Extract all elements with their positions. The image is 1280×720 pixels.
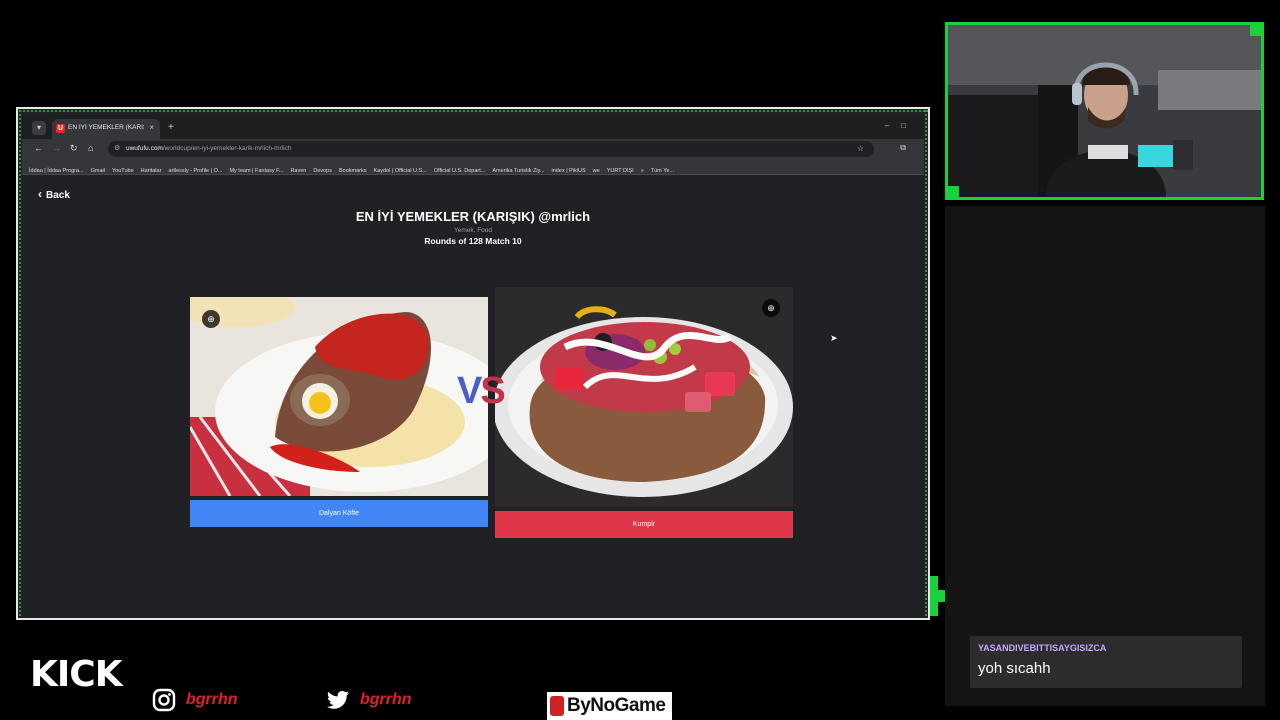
chat-message-text: yoh sıcahh bbox=[978, 660, 1051, 677]
vs-label: VS bbox=[457, 370, 506, 412]
browser-capture: ▾ U EN İYİ YEMEKLER (KARIŞIK) @... × + –… bbox=[16, 107, 930, 620]
bookmark-star-icon[interactable]: ☆ bbox=[857, 144, 864, 153]
bookmark-item[interactable]: YouTube bbox=[112, 163, 134, 174]
tab-close-icon[interactable]: × bbox=[149, 123, 154, 132]
choice-card-right[interactable]: ⊕ Kumpir bbox=[495, 287, 793, 538]
home-icon[interactable]: ⌂ bbox=[88, 143, 93, 153]
sponsor-logo: ByNoGame bbox=[547, 692, 672, 720]
extensions-icon[interactable]: ⧉ bbox=[900, 143, 906, 153]
back-button[interactable]: ‹ Back bbox=[38, 187, 70, 201]
bookmark-item[interactable]: Amerika Turistik Ziy... bbox=[492, 163, 544, 174]
forward-arrow-icon[interactable]: → bbox=[52, 143, 61, 153]
bookmark-item[interactable]: Official U.S. Depart... bbox=[434, 163, 486, 174]
stream-overlay: ▾ U EN İYİ YEMEKLER (KARIŞIK) @... × + –… bbox=[0, 0, 1280, 720]
favicon-icon: U bbox=[56, 124, 65, 133]
sponsor-mark-icon bbox=[550, 696, 564, 716]
page-tags: Yemek, Food bbox=[453, 227, 493, 234]
instagram-icon bbox=[152, 688, 176, 712]
choice-image-right[interactable]: ⊕ bbox=[495, 287, 793, 507]
bookmark-item[interactable]: Gmail bbox=[91, 163, 105, 174]
webcam-feed bbox=[945, 22, 1264, 200]
page-title: EN İYİ YEMEKLER (KARIŞIK) @mrlich bbox=[355, 209, 591, 224]
chevron-left-icon: ‹ bbox=[38, 187, 42, 201]
twitter-handle: bgrrhn bbox=[326, 688, 412, 712]
chat-username: YASANDIVEBITTISAYGISIZCA bbox=[978, 643, 1107, 653]
choice-image-left[interactable]: ⊕ bbox=[190, 297, 488, 496]
reload-icon[interactable]: ↻ bbox=[70, 143, 78, 154]
tab-strip: ▾ U EN İYİ YEMEKLER (KARIŞIK) @... × + –… bbox=[22, 115, 924, 139]
bookmark-item[interactable]: Haritalar bbox=[141, 163, 162, 174]
url-text: uwufufu.com/worldcup/en-iyi-yemekler-kar… bbox=[126, 145, 292, 152]
mouse-cursor-icon: ➤ bbox=[830, 333, 838, 343]
choice-button-right[interactable]: Kumpir bbox=[495, 511, 793, 538]
toolbar: ← → ↻ ⌂ ⚙ uwufufu.com/worldcup/en-iyi-ye… bbox=[22, 139, 924, 159]
worldcup-page: ‹ Back EN İYİ YEMEKLER (KARIŞIK) @mrlich … bbox=[22, 175, 924, 618]
bookmark-item[interactable]: Raven bbox=[290, 163, 306, 174]
dotted-border-right bbox=[924, 109, 928, 618]
zoom-in-icon[interactable]: ⊕ bbox=[762, 299, 780, 317]
zoom-in-icon[interactable]: ⊕ bbox=[202, 310, 220, 328]
window-controls[interactable]: –□ bbox=[885, 121, 918, 130]
dotted-border-top bbox=[18, 109, 928, 113]
bookmark-item[interactable]: Bookmarks bbox=[339, 163, 367, 174]
bookmark-item[interactable]: YURT DIŞI bbox=[607, 163, 634, 174]
bookmark-item[interactable]: My team | Fantasy F... bbox=[229, 163, 283, 174]
chat-panel: YASANDIVEBITTISAYGISIZCA yoh sıcahh bbox=[945, 206, 1265, 706]
bookmark-item[interactable]: Kaydol | Official U.S... bbox=[374, 163, 427, 174]
kumpir-image bbox=[495, 287, 793, 507]
bookmarks-bar: İddaa | İddaa Progra... Gmail YouTube Harit… bbox=[22, 159, 924, 175]
round-info: Rounds of 128 Match 10 bbox=[424, 236, 522, 246]
chat-message: YASANDIVEBITTISAYGISIZCA yoh sıcahh bbox=[970, 636, 1242, 688]
kick-logo: KICK bbox=[30, 654, 123, 695]
frame-corner bbox=[1250, 25, 1261, 36]
instagram-handle: bgrrhn bbox=[152, 688, 238, 712]
choice-button-left[interactable]: Dalyan Köfte bbox=[190, 500, 488, 527]
choice-card-left[interactable]: ⊕ Dalyan Köfte bbox=[190, 297, 488, 527]
bookmark-item[interactable]: Tüm Ye... bbox=[651, 163, 674, 174]
tab-search-icon[interactable]: ▾ bbox=[32, 121, 46, 135]
bookmark-item[interactable]: artlessly - Profile | O... bbox=[168, 163, 222, 174]
bookmark-item[interactable]: we bbox=[593, 163, 600, 174]
twitter-bird-icon bbox=[327, 691, 349, 709]
site-info-icon[interactable]: ⚙ bbox=[114, 144, 120, 152]
page-header: EN İYİ YEMEKLER (KARIŞIK) @mrlich Yemek,… bbox=[22, 209, 924, 246]
bookmark-item[interactable]: Devops bbox=[313, 163, 332, 174]
frame-corner bbox=[948, 186, 959, 197]
new-tab-button[interactable]: + bbox=[168, 122, 174, 133]
tab-title: EN İYİ YEMEKLER (KARIŞIK) @... bbox=[68, 124, 144, 131]
address-bar[interactable]: ⚙ uwufufu.com/worldcup/en-iyi-yemekler-k… bbox=[108, 141, 874, 157]
back-arrow-icon[interactable]: ← bbox=[34, 143, 43, 153]
meatloaf-image bbox=[190, 297, 488, 496]
bookmark-item[interactable]: index | PikiUS bbox=[552, 163, 586, 174]
streamer-camera-image bbox=[948, 25, 1261, 197]
active-tab[interactable]: U EN İYİ YEMEKLER (KARIŞIK) @... × bbox=[52, 119, 160, 139]
bookmark-item[interactable]: İddaa | İddaa Progra... bbox=[29, 163, 84, 174]
bookmark-item[interactable]: » bbox=[641, 163, 644, 174]
